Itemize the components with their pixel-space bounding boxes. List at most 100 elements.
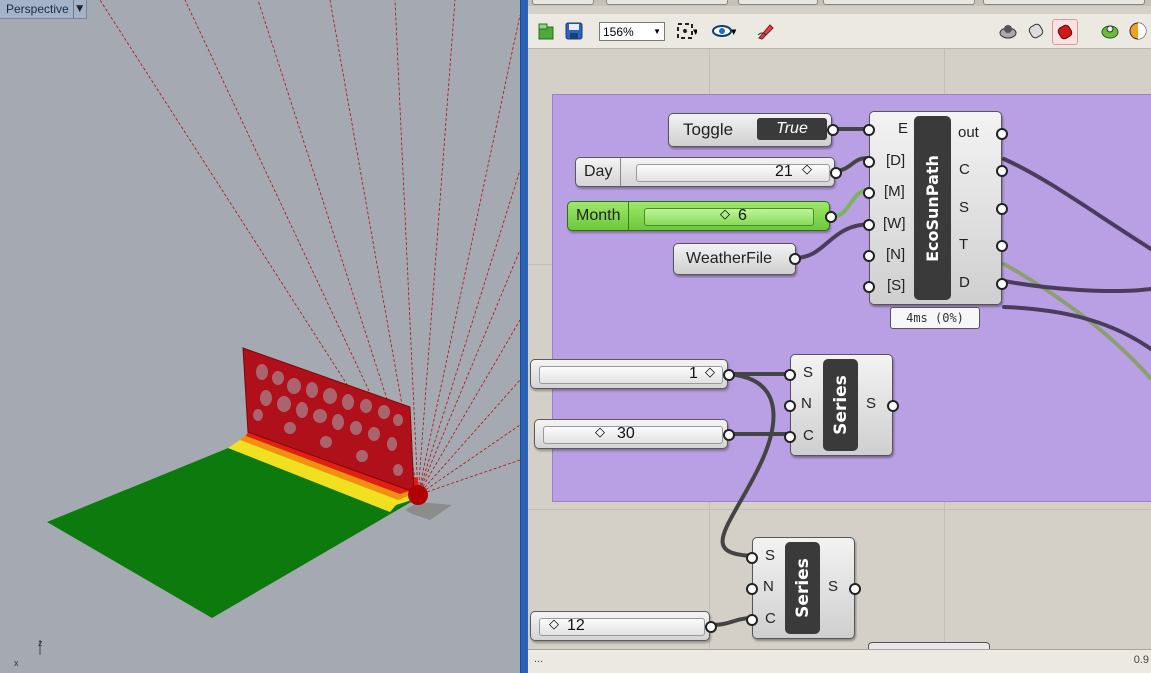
status-left: ... xyxy=(534,653,544,665)
preview-eye-icon[interactable]: ▼ xyxy=(712,19,736,43)
slider-30-output-port[interactable] xyxy=(723,429,735,441)
ecosunpath-input-port[interactable] xyxy=(863,124,875,136)
day-slider-rail[interactable] xyxy=(636,164,830,182)
tab-stub[interactable] xyxy=(823,0,975,5)
tab-stub[interactable] xyxy=(738,0,818,5)
number-slider-12[interactable]: ◇ 12 xyxy=(530,611,717,641)
series-2-input-C: C xyxy=(765,610,776,627)
viewport-menu-icon[interactable]: ▼ xyxy=(72,0,86,18)
zoom-value: 156% xyxy=(603,24,634,39)
tab-stub[interactable] xyxy=(532,0,594,5)
zoom-extents-icon[interactable]: ▼ xyxy=(674,19,698,43)
ecosunpath-output-port[interactable] xyxy=(996,240,1008,252)
series-1-input-port[interactable] xyxy=(784,369,796,381)
series-1-input-port[interactable] xyxy=(784,431,796,443)
ecosunpath-input-port[interactable] xyxy=(863,187,875,199)
series-1-input-N: N xyxy=(801,395,812,412)
toggle-value-box[interactable]: True xyxy=(757,118,827,140)
input-N-label: [N] xyxy=(886,246,906,263)
ecosunpath-input-port[interactable] xyxy=(863,250,875,262)
svg-text:▼: ▼ xyxy=(693,28,697,36)
day-output-port[interactable] xyxy=(830,167,842,179)
slider-grip-icon[interactable]: ◇ xyxy=(802,162,812,177)
ecosunpath-input-port[interactable] xyxy=(863,281,875,293)
ecosunpath-output-port[interactable] xyxy=(996,128,1008,140)
ecosunpath-output-port[interactable] xyxy=(996,165,1008,177)
slider-rail[interactable] xyxy=(539,618,705,636)
grasshopper-canvas[interactable]: Toggle True Day 21 ◇ Month ◇ 6 WeatherFi… xyxy=(528,49,1151,656)
new-file-icon[interactable] xyxy=(534,19,558,43)
output-D-label: D xyxy=(959,274,970,291)
month-output-port[interactable] xyxy=(825,211,837,223)
toggle-label: Toggle xyxy=(683,120,734,139)
slider-grip-icon[interactable]: ◇ xyxy=(595,425,605,440)
ecosunpath-input-port[interactable] xyxy=(863,156,875,168)
toggle-component[interactable]: Toggle True xyxy=(668,113,839,147)
sun-path-origin xyxy=(408,485,428,505)
timing-label: 4ms (0%) xyxy=(906,311,964,325)
input-M-label: [M] xyxy=(884,183,905,200)
ecosunpath-output-port[interactable] xyxy=(996,278,1008,290)
weatherfile-param[interactable]: WeatherFile xyxy=(673,243,801,275)
input-S-label: [S] xyxy=(887,277,906,294)
number-slider-1[interactable]: 1 ◇ xyxy=(530,359,735,389)
series-2-input-S: S xyxy=(765,547,776,564)
wireframe-preview-icon[interactable] xyxy=(996,19,1020,43)
viewport-scene xyxy=(39,0,520,655)
series-2-output-port[interactable] xyxy=(849,583,861,595)
slider-grip-icon[interactable]: ◇ xyxy=(705,365,715,380)
ecosunpath-component[interactable]: E [D] [M] [W] [N] [S] EcoSunPath out C S… xyxy=(863,111,1008,305)
ecosunpath-input-port[interactable] xyxy=(863,219,875,231)
ecosunpath-title: EcoSunPath xyxy=(923,154,942,262)
series-1-input-port[interactable] xyxy=(784,400,796,412)
selected-preview-icon[interactable] xyxy=(1052,19,1078,45)
save-icon[interactable] xyxy=(562,19,586,43)
slider-1-value: 1 xyxy=(689,365,698,382)
shaded-preview-icon[interactable] xyxy=(1024,19,1048,43)
material-icon[interactable] xyxy=(1126,19,1150,43)
slider-12-value: 12 xyxy=(567,617,585,634)
tab-stub[interactable] xyxy=(606,0,728,5)
weatherfile-output-port[interactable] xyxy=(789,253,801,265)
toggle-value: True xyxy=(776,120,808,137)
day-slider[interactable]: Day 21 ◇ xyxy=(575,157,842,187)
month-slider[interactable]: Month ◇ 6 xyxy=(567,201,837,231)
series-1-title-badge: Series xyxy=(823,359,858,451)
rhino-viewport[interactable]: Perspective ▼ z x xyxy=(0,0,520,673)
toggle-output-port[interactable] xyxy=(827,124,839,136)
series-2-output-S: S xyxy=(828,578,839,595)
timing-label-box: 4ms (0%) xyxy=(890,307,980,329)
slider-12-output-port[interactable] xyxy=(705,621,717,633)
day-slider-value: 21 xyxy=(775,163,793,180)
bake-icon[interactable] xyxy=(1098,19,1122,43)
output-T-label: T xyxy=(959,236,969,253)
slider-grip-icon[interactable]: ◇ xyxy=(720,207,730,222)
tab-stub[interactable] xyxy=(983,0,1145,5)
series-component-2[interactable]: S N C Series S xyxy=(746,537,861,639)
number-slider-30[interactable]: ◇ 30 xyxy=(534,419,735,449)
input-D-label: [D] xyxy=(886,152,906,169)
status-right: 0.9 xyxy=(1133,654,1149,666)
series-2-title-badge: Series xyxy=(785,542,820,634)
series-1-output-S: S xyxy=(866,395,877,412)
viewport-title[interactable]: Perspective xyxy=(0,2,73,16)
zoom-dropdown[interactable]: 156% ▼ xyxy=(599,22,665,41)
series-2-input-port[interactable] xyxy=(746,614,758,626)
viewport-title-tab[interactable]: Perspective ▼ xyxy=(0,0,87,19)
slider-grip-icon[interactable]: ◇ xyxy=(549,617,559,632)
series-2-input-N: N xyxy=(763,578,774,595)
series-component-1[interactable]: S N C Series S xyxy=(784,354,899,456)
output-S-label: S xyxy=(959,199,970,216)
slider-1-output-port[interactable] xyxy=(723,369,735,381)
series-1-title: Series xyxy=(830,375,851,435)
output-out-label: out xyxy=(958,124,979,141)
series-2-input-port[interactable] xyxy=(746,552,758,564)
month-slider-value: 6 xyxy=(738,207,747,224)
series-1-output-port[interactable] xyxy=(887,400,899,412)
input-W-label: [W] xyxy=(883,215,906,232)
tab-strip xyxy=(528,0,1151,6)
ecosunpath-output-port[interactable] xyxy=(996,203,1008,215)
sketch-pen-icon[interactable] xyxy=(754,19,778,43)
grasshopper-window: 156% ▼ ▼ ▼ Toggle True Day 21 ◇ Month ◇ … xyxy=(528,0,1151,673)
series-2-input-port[interactable] xyxy=(746,583,758,595)
